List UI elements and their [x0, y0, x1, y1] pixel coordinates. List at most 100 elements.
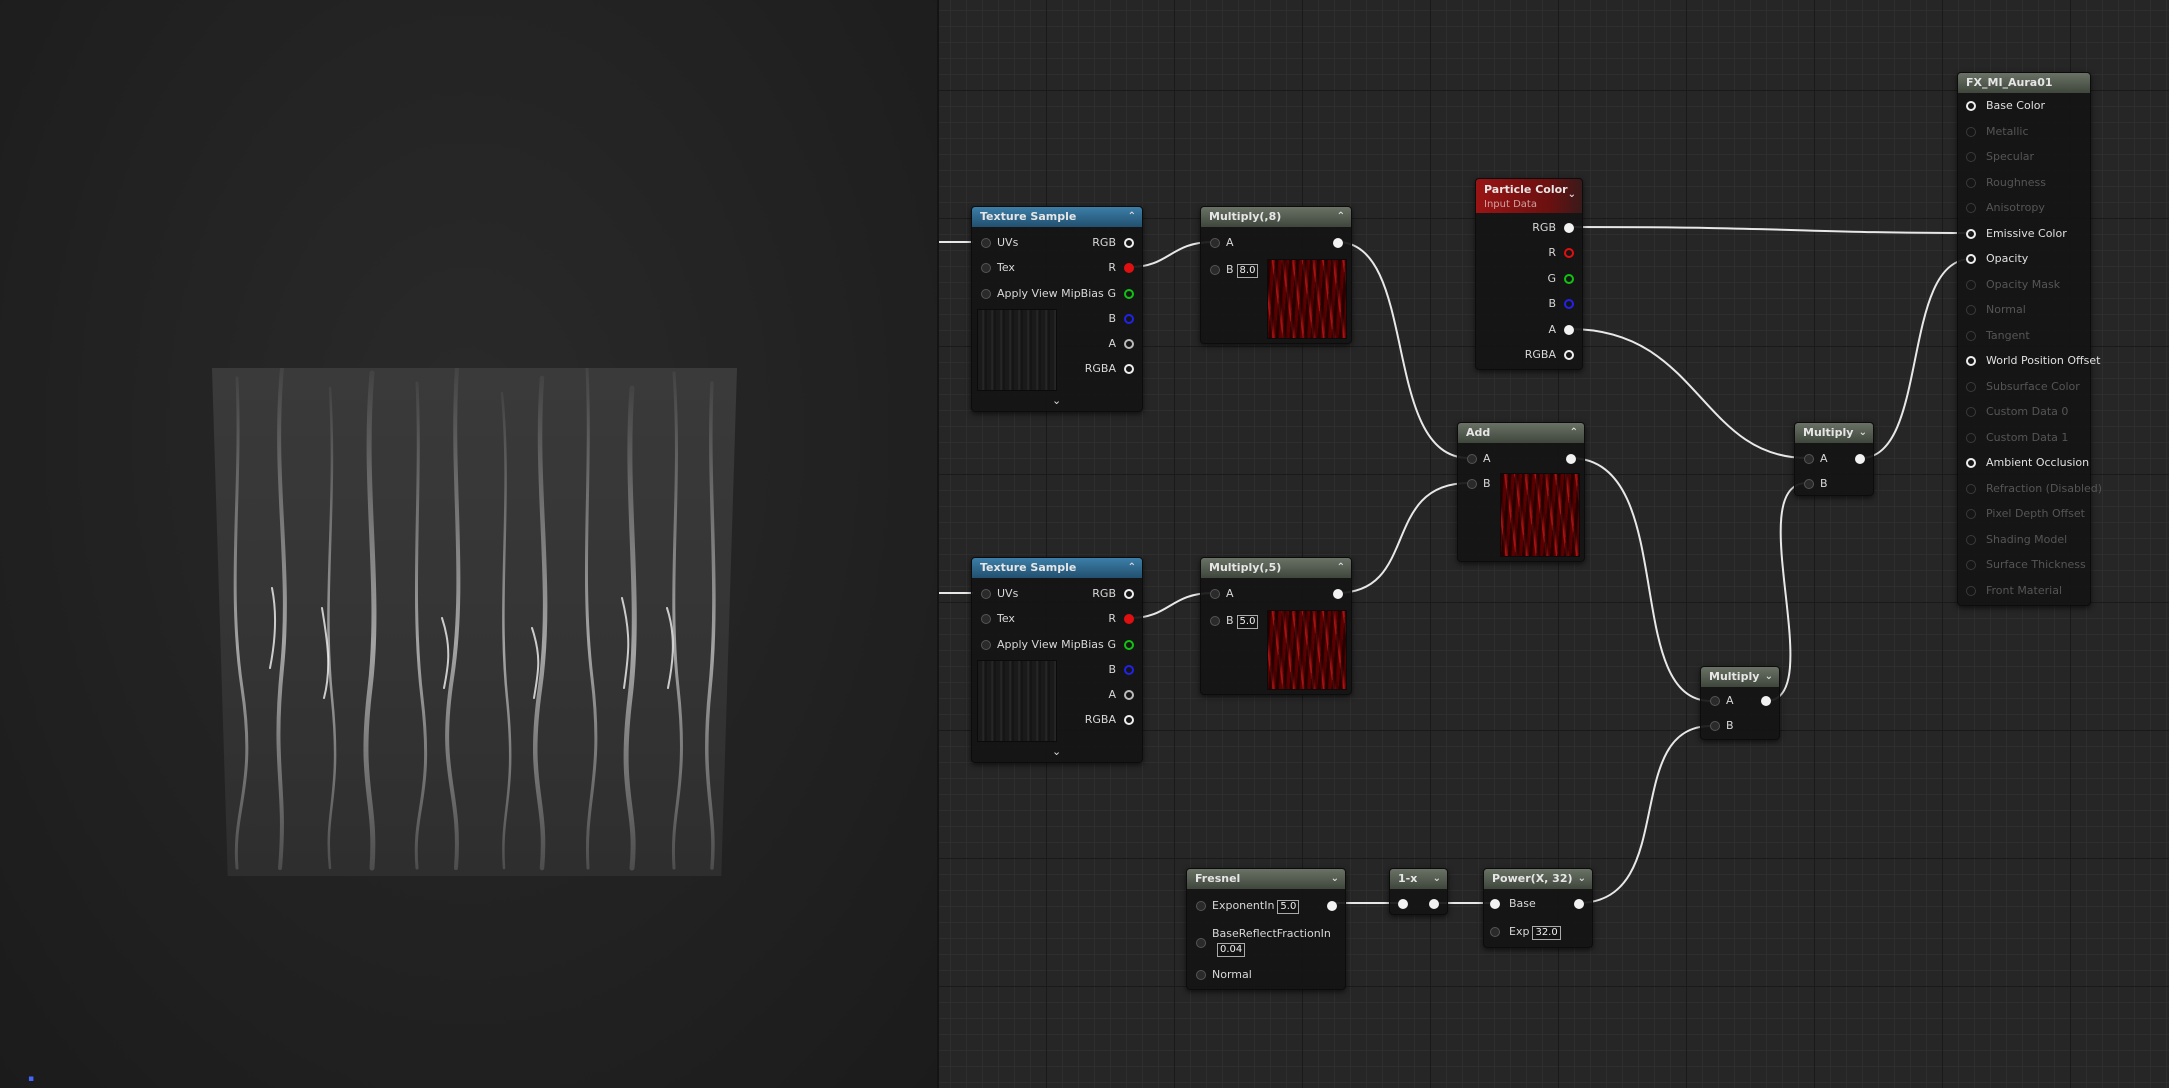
b-input-pin[interactable]: [1804, 479, 1814, 489]
expand-chevron-icon[interactable]: ⌄: [1052, 745, 1061, 758]
material-input-pin[interactable]: [1966, 305, 1976, 315]
material-output-node[interactable]: FX_MI_Aura01 Base Color Metallic Specular R…: [1957, 72, 2102, 606]
collapse-icon[interactable]: ⌄: [1568, 187, 1576, 202]
collapse-icon[interactable]: ⌃: [1337, 558, 1345, 578]
add-header[interactable]: Add ⌃: [1458, 423, 1584, 443]
multiply-8-header[interactable]: Multiply(,8) ⌃: [1201, 207, 1351, 227]
exponent-value-field[interactable]: 5.0: [1277, 900, 1300, 914]
material-input-row[interactable]: Specular: [1958, 150, 2090, 164]
material-input-pin[interactable]: [1966, 254, 1976, 264]
g-output-pin[interactable]: [1564, 274, 1574, 284]
material-input-pin[interactable]: [1966, 432, 1976, 443]
exponent-input-pin[interactable]: [1196, 901, 1206, 911]
fresnel-header[interactable]: Fresnel ⌄: [1187, 869, 1345, 889]
g-output-pin[interactable]: [1124, 289, 1134, 299]
material-input-row[interactable]: Subsurface Color: [1958, 380, 2090, 394]
r-output-pin[interactable]: [1124, 614, 1134, 624]
material-input-row[interactable]: Pixel Depth Offset: [1958, 507, 2090, 521]
exp-value-field[interactable]: 32.0: [1532, 926, 1561, 940]
collapse-icon[interactable]: ⌄: [1859, 423, 1867, 443]
material-input-row[interactable]: Refraction (Disabled): [1958, 482, 2102, 496]
b-value-field[interactable]: 8.0: [1236, 264, 1259, 278]
material-input-row[interactable]: Shading Model: [1958, 533, 2090, 547]
b-input-pin[interactable]: [1467, 479, 1477, 489]
mipbias-input-pin[interactable]: [981, 640, 991, 650]
material-input-pin[interactable]: [1966, 509, 1976, 519]
multiply-8-node[interactable]: Multiply(,8) ⌃ A B 8.0: [1200, 206, 1352, 344]
material-preview-viewport[interactable]: ▪: [0, 0, 937, 1088]
collapse-icon[interactable]: ⌃: [1128, 207, 1136, 227]
base-input-pin[interactable]: [1490, 899, 1500, 909]
texture-thumbnail[interactable]: [977, 309, 1057, 391]
uvs-input-pin[interactable]: [981, 589, 991, 599]
output-pin[interactable]: [1327, 901, 1337, 911]
output-pin[interactable]: [1761, 696, 1771, 706]
mipbias-input-pin[interactable]: [981, 289, 991, 299]
output-pin[interactable]: [1429, 899, 1439, 909]
rgba-output-pin[interactable]: [1564, 350, 1574, 360]
tex-input-pin[interactable]: [981, 614, 991, 624]
texture-sample-node-1[interactable]: Texture Sample ⌃ UVs Tex Apply View MipB…: [971, 206, 1143, 412]
material-input-row[interactable]: Ambient Occlusion: [1958, 456, 2090, 470]
a-input-pin[interactable]: [1210, 238, 1220, 248]
material-input-row[interactable]: Surface Thickness: [1958, 558, 2090, 572]
r-output-pin[interactable]: [1124, 263, 1134, 273]
rgb-output-pin[interactable]: [1564, 223, 1574, 233]
material-input-pin[interactable]: [1966, 381, 1976, 392]
a-input-pin[interactable]: [1210, 589, 1220, 599]
material-input-pin[interactable]: [1966, 101, 1976, 111]
normal-input-pin[interactable]: [1196, 970, 1206, 980]
texture-sample-1-header[interactable]: Texture Sample ⌃: [972, 207, 1142, 227]
tex-input-pin[interactable]: [981, 263, 991, 273]
material-input-pin[interactable]: [1966, 152, 1976, 162]
a-input-pin[interactable]: [1710, 696, 1720, 706]
base-reflect-value-field[interactable]: 0.04: [1217, 943, 1246, 957]
material-input-row[interactable]: Roughness: [1958, 176, 2090, 190]
collapse-icon[interactable]: ⌃: [1337, 207, 1345, 227]
a-output-pin[interactable]: [1124, 339, 1134, 349]
collapse-icon[interactable]: ⌄: [1765, 667, 1773, 687]
material-input-row[interactable]: Emissive Color: [1958, 227, 2090, 241]
output-pin[interactable]: [1855, 454, 1865, 464]
multiply-top-header[interactable]: Multiply ⌄: [1795, 423, 1873, 443]
material-input-pin[interactable]: [1966, 407, 1976, 417]
b-input-pin[interactable]: [1210, 265, 1220, 275]
material-input-pin[interactable]: [1966, 585, 1976, 596]
collapse-icon[interactable]: ⌄: [1578, 869, 1586, 889]
add-node[interactable]: Add ⌃ A B: [1457, 422, 1585, 562]
material-input-row[interactable]: Opacity Mask: [1958, 278, 2090, 292]
material-input-row[interactable]: World Position Offset: [1958, 354, 2100, 368]
collapse-icon[interactable]: ⌄: [1433, 869, 1441, 889]
material-input-row[interactable]: Front Material: [1958, 584, 2090, 598]
rgba-output-pin[interactable]: [1124, 715, 1134, 725]
material-input-row[interactable]: Custom Data 1: [1958, 431, 2090, 445]
fresnel-node[interactable]: Fresnel ⌄ ExponentIn 5.0 BaseReflectFract…: [1186, 868, 1346, 990]
material-input-pin[interactable]: [1966, 534, 1976, 545]
particle-color-header[interactable]: Particle Color Input Data ⌄: [1476, 179, 1582, 213]
a-input-pin[interactable]: [1467, 454, 1477, 464]
material-input-row[interactable]: Tangent: [1958, 329, 2090, 343]
material-input-pin[interactable]: [1966, 126, 1976, 137]
uvs-input-pin[interactable]: [981, 238, 991, 248]
material-input-pin[interactable]: [1966, 330, 1976, 341]
rgb-output-pin[interactable]: [1124, 238, 1134, 248]
texture-thumbnail[interactable]: [977, 660, 1057, 742]
material-output-header[interactable]: FX_MI_Aura01: [1958, 73, 2090, 93]
rgba-output-pin[interactable]: [1124, 364, 1134, 374]
material-input-row[interactable]: Opacity: [1958, 252, 2090, 266]
material-input-pin[interactable]: [1966, 560, 1976, 570]
output-pin[interactable]: [1333, 238, 1343, 248]
power-header[interactable]: Power(X, 32) ⌄: [1484, 869, 1592, 889]
output-pin[interactable]: [1566, 454, 1576, 464]
material-input-pin[interactable]: [1966, 458, 1976, 468]
a-output-pin[interactable]: [1564, 325, 1574, 335]
material-input-pin[interactable]: [1966, 356, 1976, 366]
material-input-pin[interactable]: [1966, 177, 1976, 188]
texture-sample-2-header[interactable]: Texture Sample ⌃: [972, 558, 1142, 578]
expand-chevron-icon[interactable]: ⌄: [1052, 394, 1061, 407]
material-input-pin[interactable]: [1966, 483, 1976, 494]
collapse-icon[interactable]: ⌄: [1331, 869, 1339, 889]
texture-sample-node-2[interactable]: Texture Sample ⌃ UVs Tex Apply View MipB…: [971, 557, 1143, 763]
b-output-pin[interactable]: [1564, 299, 1574, 309]
b-input-pin[interactable]: [1210, 616, 1220, 626]
